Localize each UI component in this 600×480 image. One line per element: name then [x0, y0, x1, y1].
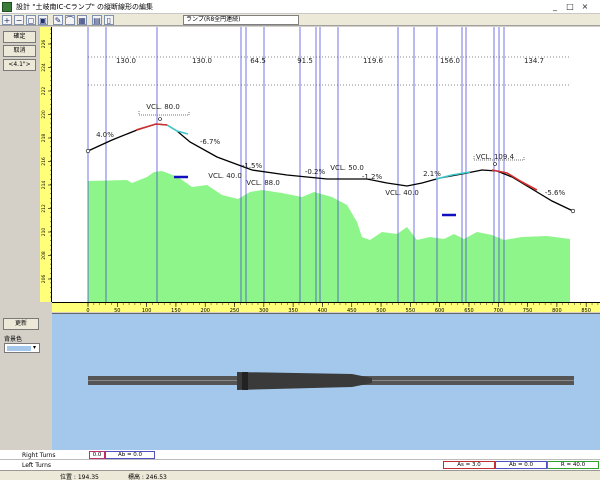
section-length-label: 119.6	[363, 57, 384, 65]
left-turn-cell[interactable]: R = 40.0	[547, 461, 599, 469]
zoom-in-icon[interactable]: +	[2, 15, 12, 25]
v-tick-label: 216	[41, 157, 47, 166]
section-length-label: 64.5	[250, 57, 266, 65]
document-icon[interactable]: ▯	[104, 15, 114, 25]
vcl-label: VCL. 50.0	[330, 164, 364, 172]
bg-color-label: 背景色	[4, 336, 23, 343]
vip-marker[interactable]	[493, 162, 497, 166]
plan-view[interactable]	[52, 313, 600, 450]
minimize-button[interactable]: _	[548, 1, 562, 12]
vcl-label: VCL. 109.4	[476, 153, 515, 161]
ground-area	[88, 171, 570, 302]
title-bar: 設計 "土岐南IC-Cランプ" の縦断線形の編集 _ □ ×	[0, 0, 600, 14]
vcl-bracket	[138, 111, 190, 116]
curve-icon[interactable]: ⌒	[65, 15, 75, 25]
grade-label: -0.2%	[305, 168, 326, 176]
v-tick-label: 218	[41, 134, 47, 143]
section-length-label: 130.0	[116, 57, 136, 65]
plan-svg[interactable]	[52, 314, 600, 451]
vip-marker[interactable]	[158, 117, 162, 121]
vcl-label: VCL. 40.0	[208, 172, 242, 180]
right-turns-row: Right Turns 0.0 Ab = 0.0	[0, 450, 600, 460]
end-point[interactable]	[570, 208, 576, 214]
zoom-area-icon[interactable]: ▣	[38, 15, 48, 25]
turn-rows: Right Turns 0.0 Ab = 0.0 Left Turns As =…	[0, 450, 600, 470]
grade-label: -6.7%	[200, 138, 221, 146]
horizontal-ruler: 0 50 100 150 200 250 300 350 400 450 500 550 600 650 7…	[52, 302, 600, 314]
grade-label: -1.2%	[362, 173, 383, 181]
v-tick-label: 208	[41, 251, 47, 260]
grade-label: 4.0%	[96, 131, 114, 139]
close-button[interactable]: ×	[578, 1, 592, 12]
road-taper	[242, 372, 248, 390]
right-turn-cell[interactable]: 0.0	[89, 451, 105, 459]
v-tick-label: 212	[41, 204, 47, 213]
section-length-label: 91.5	[297, 57, 313, 65]
section-length-label: 130.0	[192, 57, 212, 65]
right-turn-cell[interactable]: Ab = 0.0	[105, 451, 155, 459]
status-elevation: 標高 : 246.53	[128, 474, 167, 480]
v-tick-label: 206	[41, 275, 47, 284]
right-turns-label: Right Turns	[22, 452, 56, 459]
road-widening	[237, 372, 372, 390]
zoom-fit-icon[interactable]: ◻	[26, 15, 36, 25]
v-tick-label: 220	[41, 110, 47, 119]
layer-icon[interactable]: ▤	[92, 15, 102, 25]
v-tick-label: 224	[41, 63, 47, 72]
curve-cyan-2	[435, 171, 471, 180]
grade-label: -1.5%	[242, 162, 263, 170]
v-tick-label: 222	[41, 87, 47, 96]
toolbar: + − ◻ ▣ ✎ ⌒ ▦ ▤ ▯ ランプ(R8全円連続)	[0, 14, 600, 26]
start-point[interactable]	[85, 148, 91, 154]
chevron-down-icon: ▾	[33, 344, 37, 351]
bg-color-swatch	[7, 346, 31, 351]
curve-cyan-1	[166, 124, 189, 135]
profile-svg[interactable]: 130.0 130.0 64.5 91.5 119.6 156.0 134.7 4.0% -6.…	[52, 27, 600, 302]
cancel-button[interactable]: 取消	[3, 45, 36, 57]
vertical-ruler-svg: 206 208 210 212 214 216 218 220 222 224 226	[41, 28, 52, 298]
vertical-ruler: 206 208 210 212 214 216 218 220 222 224 226	[40, 27, 52, 302]
grade-label: -5.6%	[545, 189, 566, 197]
grid-icon[interactable]: ▦	[77, 15, 87, 25]
left-panel: 確定 取消 <4.1">	[0, 27, 40, 311]
horizontal-ruler-svg: 0 50 100 150 200 250 300 350 400 450 500 550 600 650 7…	[86, 303, 599, 314]
profile-view[interactable]: 130.0 130.0 64.5 91.5 119.6 156.0 134.7 4.0% -6.…	[52, 27, 600, 302]
maximize-button[interactable]: □	[563, 1, 577, 12]
bg-color-select[interactable]: ▾	[4, 343, 40, 353]
vcl-label: VCL. 40.0	[385, 189, 419, 197]
app-icon	[2, 2, 12, 12]
update-button[interactable]: 更新	[3, 318, 39, 330]
zoom-out-icon[interactable]: −	[14, 15, 24, 25]
left-turns-label: Left Turns	[22, 462, 52, 469]
v-tick-label: 210	[41, 228, 47, 237]
curve-red-1	[135, 123, 168, 131]
left-turn-cell[interactable]: Ab = 0.0	[495, 461, 547, 469]
v-tick-label: 226	[41, 40, 47, 49]
vcl-label: VCL. 80.0	[146, 103, 180, 111]
ramp-select[interactable]: ランプ(R8全円連続)	[183, 15, 299, 25]
grade-label: 2.1%	[423, 170, 441, 178]
editor-window: 設計 "土岐南IC-Cランプ" の縦断線形の編集 _ □ × + − ◻ ▣ ✎…	[0, 0, 600, 480]
status-position: 位置 : 194.35	[60, 474, 99, 480]
window-title: 設計 "土岐南IC-Cランプ" の縦断線形の編集	[16, 3, 154, 11]
ratio-button[interactable]: <4.1">	[3, 59, 36, 71]
plan-controls: 更新 背景色 ▾	[0, 313, 52, 450]
vcl-label: VCL. 88.0	[246, 179, 280, 187]
v-tick-label: 214	[41, 181, 47, 190]
left-turns-row: Left Turns As = 3.0 Ab = 0.0 R = 40.0	[0, 460, 600, 470]
edit-icon[interactable]: ✎	[53, 15, 63, 25]
confirm-button[interactable]: 確定	[3, 31, 36, 43]
section-length-label: 134.7	[524, 57, 544, 65]
section-length-label: 156.0	[440, 57, 460, 65]
left-turn-cell[interactable]: As = 3.0	[443, 461, 495, 469]
status-bar: 位置 : 194.35 標高 : 246.53	[0, 470, 600, 480]
